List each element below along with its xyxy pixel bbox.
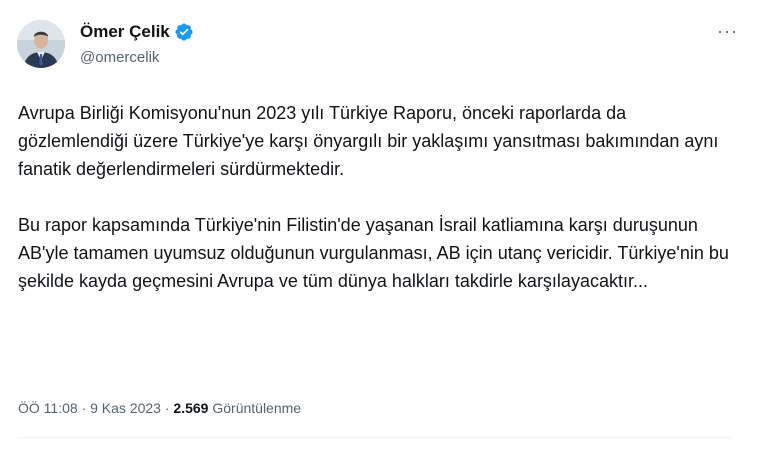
tweet-text: Avrupa Birliği Komisyonu'nun 2023 yılı T… [18,99,738,295]
divider [18,437,732,438]
avatar[interactable] [17,20,65,68]
tweet-time[interactable]: ÖÖ 11:08 [18,400,78,416]
verified-badge-icon [174,22,194,42]
meta-separator: · [164,400,170,416]
tweet-paragraph: Avrupa Birliği Komisyonu'nun 2023 yılı T… [18,103,719,179]
more-icon[interactable]: ··· [717,22,738,40]
tweet-card: Ömer Çelik @omercelik ··· Avrupa Birliği… [0,0,760,450]
author-handle[interactable]: @omercelik [80,49,159,67]
tweet-paragraph: Bu rapor kapsamında Türkiye'nin Filistin… [18,215,729,291]
meta-separator: · [81,400,87,416]
views-label: Görüntülenme [212,400,302,416]
views-count: 2.569 [173,400,209,416]
author-name[interactable]: Ömer Çelik [80,22,170,42]
author-name-row: Ömer Çelik [80,22,194,42]
tweet-date[interactable]: 9 Kas 2023 [90,400,161,416]
avatar-photo-icon [17,20,65,68]
tweet-meta: ÖÖ 11:08 · 9 Kas 2023 · 2.569 Görüntülen… [18,398,301,418]
